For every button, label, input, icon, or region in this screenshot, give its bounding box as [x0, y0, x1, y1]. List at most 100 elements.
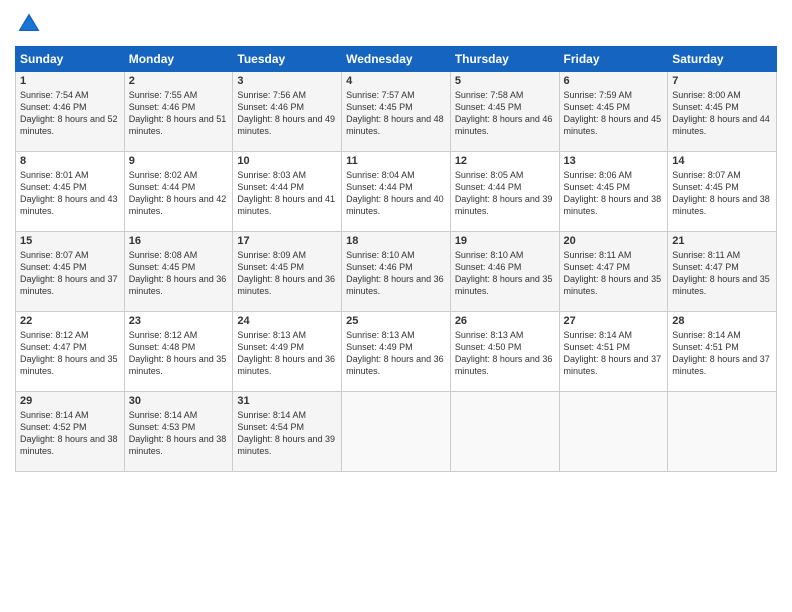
page: SundayMondayTuesdayWednesdayThursdayFrid…: [0, 0, 792, 612]
day-cell: 5 Sunrise: 7:58 AMSunset: 4:45 PMDaylight…: [450, 72, 559, 152]
day-cell: 27 Sunrise: 8:14 AMSunset: 4:51 PMDayligh…: [559, 312, 668, 392]
day-detail: Sunrise: 8:13 AMSunset: 4:49 PMDaylight:…: [346, 330, 444, 376]
day-detail: Sunrise: 8:02 AMSunset: 4:44 PMDaylight:…: [129, 170, 227, 216]
day-cell: 26 Sunrise: 8:13 AMSunset: 4:50 PMDayligh…: [450, 312, 559, 392]
day-detail: Sunrise: 8:11 AMSunset: 4:47 PMDaylight:…: [564, 250, 662, 296]
day-cell: 24Sunrise: 8:13 AMSunset: 4:49 PMDayligh…: [233, 312, 342, 392]
calendar: SundayMondayTuesdayWednesdayThursdayFrid…: [15, 46, 777, 472]
header-friday: Friday: [559, 47, 668, 72]
day-number: 21: [672, 235, 772, 247]
day-cell: 21Sunrise: 8:11 AMSunset: 4:47 PMDayligh…: [668, 232, 777, 312]
day-detail: Sunrise: 7:58 AMSunset: 4:45 PMDaylight:…: [455, 90, 553, 136]
day-number: 18: [346, 235, 446, 247]
header-saturday: Saturday: [668, 47, 777, 72]
day-detail: Sunrise: 8:14 AMSunset: 4:52 PMDaylight:…: [20, 410, 118, 456]
day-detail: Sunrise: 8:07 AMSunset: 4:45 PMDaylight:…: [20, 250, 118, 296]
day-cell: 9 Sunrise: 8:02 AMSunset: 4:44 PMDaylight…: [124, 152, 233, 232]
week-row-4: 22 Sunrise: 8:12 AMSunset: 4:47 PMDayligh…: [16, 312, 777, 392]
day-detail: Sunrise: 7:59 AMSunset: 4:45 PMDaylight:…: [564, 90, 662, 136]
day-detail: Sunrise: 8:08 AMSunset: 4:45 PMDaylight:…: [129, 250, 227, 296]
day-number: 7: [672, 75, 772, 87]
day-number: 13: [564, 155, 664, 167]
day-cell: 29 Sunrise: 8:14 AMSunset: 4:52 PMDayligh…: [16, 392, 125, 472]
header-thursday: Thursday: [450, 47, 559, 72]
day-detail: Sunrise: 8:09 AMSunset: 4:45 PMDaylight:…: [237, 250, 335, 296]
day-cell: 28 Sunrise: 8:14 AMSunset: 4:51 PMDayligh…: [668, 312, 777, 392]
day-cell: 22 Sunrise: 8:12 AMSunset: 4:47 PMDayligh…: [16, 312, 125, 392]
week-row-3: 15 Sunrise: 8:07 AMSunset: 4:45 PMDayligh…: [16, 232, 777, 312]
day-number: 1: [20, 75, 120, 87]
day-detail: Sunrise: 8:12 AMSunset: 4:47 PMDaylight:…: [20, 330, 118, 376]
header-sunday: Sunday: [16, 47, 125, 72]
day-detail: Sunrise: 8:04 AMSunset: 4:44 PMDaylight:…: [346, 170, 444, 216]
day-detail: Sunrise: 8:13 AMSunset: 4:50 PMDaylight:…: [455, 330, 553, 376]
day-cell: 8 Sunrise: 8:01 AMSunset: 4:45 PMDaylight…: [16, 152, 125, 232]
day-cell: 3 Sunrise: 7:56 AMSunset: 4:46 PMDaylight…: [233, 72, 342, 152]
day-cell: 25 Sunrise: 8:13 AMSunset: 4:49 PMDayligh…: [342, 312, 451, 392]
day-detail: Sunrise: 8:14 AMSunset: 4:53 PMDaylight:…: [129, 410, 227, 456]
day-number: 4: [346, 75, 446, 87]
day-detail: Sunrise: 8:07 AMSunset: 4:45 PMDaylight:…: [672, 170, 770, 216]
day-number: 29: [20, 395, 120, 407]
day-cell: 12 Sunrise: 8:05 AMSunset: 4:44 PMDayligh…: [450, 152, 559, 232]
day-detail: Sunrise: 8:14 AMSunset: 4:54 PMDaylight:…: [237, 410, 335, 456]
day-detail: Sunrise: 7:56 AMSunset: 4:46 PMDaylight:…: [237, 90, 335, 136]
day-number: 3: [237, 75, 337, 87]
day-cell: 13Sunrise: 8:06 AMSunset: 4:45 PMDayligh…: [559, 152, 668, 232]
day-number: 14: [672, 155, 772, 167]
day-detail: Sunrise: 8:01 AMSunset: 4:45 PMDaylight:…: [20, 170, 118, 216]
day-number: 15: [20, 235, 120, 247]
calendar-header-row: SundayMondayTuesdayWednesdayThursdayFrid…: [16, 47, 777, 72]
day-number: 28: [672, 315, 772, 327]
day-number: 12: [455, 155, 555, 167]
day-cell: 31Sunrise: 8:14 AMSunset: 4:54 PMDayligh…: [233, 392, 342, 472]
day-cell: 17Sunrise: 8:09 AMSunset: 4:45 PMDayligh…: [233, 232, 342, 312]
day-cell: [668, 392, 777, 472]
day-number: 20: [564, 235, 664, 247]
day-cell: 6Sunrise: 7:59 AMSunset: 4:45 PMDaylight…: [559, 72, 668, 152]
day-cell: 18 Sunrise: 8:10 AMSunset: 4:46 PMDayligh…: [342, 232, 451, 312]
logo-icon: [15, 10, 43, 38]
day-cell: 20 Sunrise: 8:11 AMSunset: 4:47 PMDayligh…: [559, 232, 668, 312]
day-number: 8: [20, 155, 120, 167]
day-detail: Sunrise: 8:14 AMSunset: 4:51 PMDaylight:…: [564, 330, 662, 376]
week-row-1: 1Sunrise: 7:54 AMSunset: 4:46 PMDaylight…: [16, 72, 777, 152]
day-cell: 15 Sunrise: 8:07 AMSunset: 4:45 PMDayligh…: [16, 232, 125, 312]
day-cell: 2Sunrise: 7:55 AMSunset: 4:46 PMDaylight…: [124, 72, 233, 152]
day-number: 5: [455, 75, 555, 87]
day-detail: Sunrise: 8:00 AMSunset: 4:45 PMDaylight:…: [672, 90, 770, 136]
day-number: 19: [455, 235, 555, 247]
day-detail: Sunrise: 8:10 AMSunset: 4:46 PMDaylight:…: [346, 250, 444, 296]
header-area: [15, 10, 777, 38]
day-number: 11: [346, 155, 446, 167]
week-row-5: 29 Sunrise: 8:14 AMSunset: 4:52 PMDayligh…: [16, 392, 777, 472]
day-number: 2: [129, 75, 229, 87]
day-number: 25: [346, 315, 446, 327]
day-cell: [342, 392, 451, 472]
header-tuesday: Tuesday: [233, 47, 342, 72]
day-cell: 4 Sunrise: 7:57 AMSunset: 4:45 PMDaylight…: [342, 72, 451, 152]
day-detail: Sunrise: 8:12 AMSunset: 4:48 PMDaylight:…: [129, 330, 227, 376]
day-detail: Sunrise: 8:14 AMSunset: 4:51 PMDaylight:…: [672, 330, 770, 376]
day-number: 10: [237, 155, 337, 167]
day-number: 26: [455, 315, 555, 327]
day-cell: 7 Sunrise: 8:00 AMSunset: 4:45 PMDaylight…: [668, 72, 777, 152]
day-number: 27: [564, 315, 664, 327]
day-cell: 11 Sunrise: 8:04 AMSunset: 4:44 PMDayligh…: [342, 152, 451, 232]
day-cell: 16Sunrise: 8:08 AMSunset: 4:45 PMDayligh…: [124, 232, 233, 312]
day-cell: 19Sunrise: 8:10 AMSunset: 4:46 PMDayligh…: [450, 232, 559, 312]
day-detail: Sunrise: 8:03 AMSunset: 4:44 PMDaylight:…: [237, 170, 335, 216]
logo: [15, 10, 47, 38]
day-cell: 14 Sunrise: 8:07 AMSunset: 4:45 PMDayligh…: [668, 152, 777, 232]
day-number: 9: [129, 155, 229, 167]
day-number: 24: [237, 315, 337, 327]
day-detail: Sunrise: 7:57 AMSunset: 4:45 PMDaylight:…: [346, 90, 444, 136]
week-row-2: 8 Sunrise: 8:01 AMSunset: 4:45 PMDaylight…: [16, 152, 777, 232]
day-detail: Sunrise: 8:05 AMSunset: 4:44 PMDaylight:…: [455, 170, 553, 216]
day-cell: 30Sunrise: 8:14 AMSunset: 4:53 PMDayligh…: [124, 392, 233, 472]
header-wednesday: Wednesday: [342, 47, 451, 72]
day-number: 23: [129, 315, 229, 327]
day-number: 22: [20, 315, 120, 327]
day-cell: 10 Sunrise: 8:03 AMSunset: 4:44 PMDayligh…: [233, 152, 342, 232]
day-cell: [559, 392, 668, 472]
